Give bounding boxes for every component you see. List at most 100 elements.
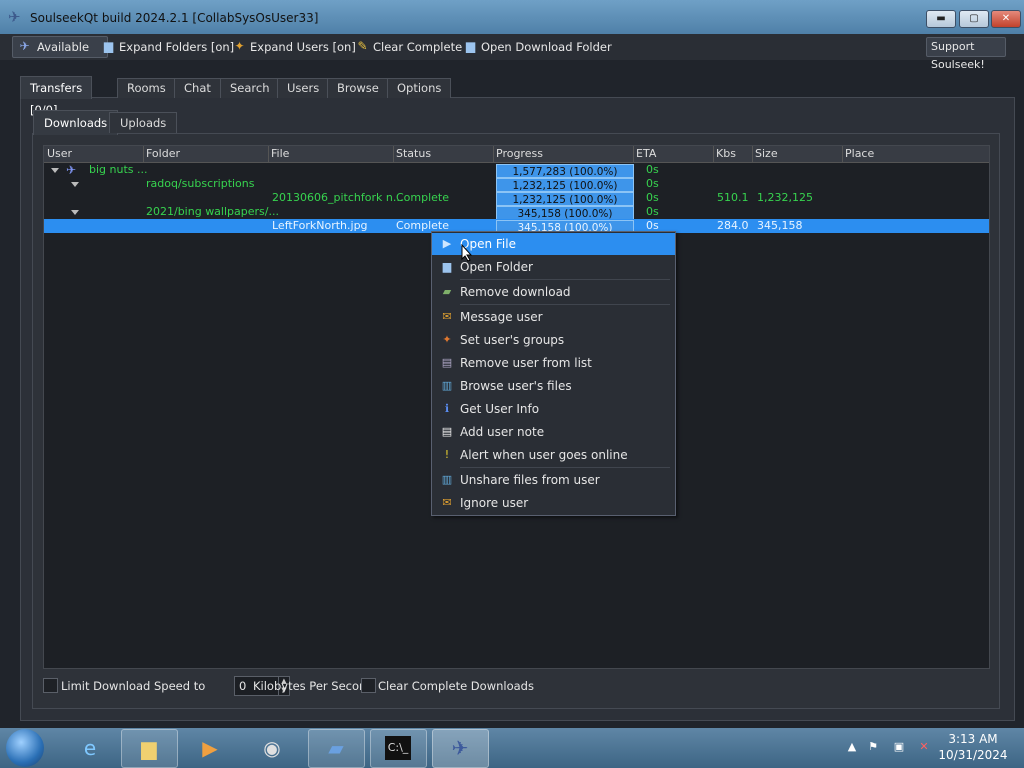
status-icon: ✈ bbox=[19, 39, 30, 53]
message-icon: ✉ bbox=[442, 310, 452, 323]
available-label: Available bbox=[37, 40, 90, 54]
menu-item-get-user-info[interactable]: ℹ Get User Info bbox=[432, 398, 675, 420]
cell-kbs: 510.1 bbox=[717, 191, 749, 204]
clear-complete-button[interactable]: ✎ Clear Complete bbox=[353, 37, 462, 57]
limit-speed-checkbox[interactable] bbox=[43, 678, 58, 693]
column-header-folder[interactable]: Folder bbox=[146, 147, 180, 160]
tab-uploads[interactable]: Uploads bbox=[109, 112, 178, 133]
available-button[interactable]: ✈ Available bbox=[12, 36, 108, 58]
soulseek-logo-icon: ✈ bbox=[8, 8, 21, 26]
menu-item-alert-online[interactable]: ! Alert when user goes online bbox=[432, 444, 675, 466]
tab-downloads[interactable]: Downloads bbox=[33, 110, 119, 135]
column-header-place[interactable]: Place bbox=[845, 147, 874, 160]
close-button[interactable]: ✕ bbox=[991, 10, 1021, 28]
menu-item-remove-download[interactable]: ▰ Remove download bbox=[432, 281, 675, 303]
title-bar[interactable]: ✈ SoulseekQt build 2024.2.1 [CollabSysOs… bbox=[0, 0, 1024, 34]
tab-options[interactable]: Options bbox=[387, 78, 452, 98]
context-menu: ▶ Open File ▆ Open Folder ▰ Remove download… bbox=[431, 231, 676, 516]
volume-muted-icon[interactable]: ✕ bbox=[917, 740, 931, 754]
folder-icon: ▆ bbox=[103, 39, 114, 53]
folder-icon: ▆ bbox=[465, 39, 476, 53]
show-hidden-icons-icon[interactable]: ▲ bbox=[845, 740, 859, 754]
cell-eta: 0s bbox=[646, 163, 659, 176]
package-icon: ▰ bbox=[328, 736, 344, 760]
column-header-size[interactable]: Size bbox=[755, 147, 778, 160]
tab-rooms[interactable]: Rooms bbox=[117, 78, 176, 98]
cell-file: 20130606_pitchfork n... bbox=[272, 191, 404, 204]
table-row[interactable]: 2021/bing wallpapers/... 345,158 (100.0%… bbox=[44, 205, 989, 220]
tab-chat[interactable]: Chat bbox=[174, 78, 221, 98]
browse-icon: ▥ bbox=[441, 379, 453, 392]
browser-icon: ◉ bbox=[263, 736, 281, 760]
tab-users[interactable]: Users bbox=[277, 78, 330, 98]
command-prompt-icon: C:\_ bbox=[385, 736, 411, 760]
open-download-folder-button[interactable]: ▆ Open Download Folder bbox=[461, 37, 612, 57]
menu-separator bbox=[460, 304, 670, 305]
play-icon: ▶ bbox=[442, 237, 452, 250]
expand-arrow-icon[interactable] bbox=[71, 182, 79, 187]
maximize-button[interactable]: ▢ bbox=[959, 10, 989, 28]
tab-transfers[interactable]: Transfers [0/0] bbox=[20, 76, 93, 117]
progress-bar: 1,577,283 (100.0%) bbox=[496, 164, 634, 178]
menu-item-ignore-user[interactable]: ✉ Ignore user bbox=[432, 492, 675, 514]
menu-item-add-note[interactable]: ▤ Add user note bbox=[432, 421, 675, 443]
table-row[interactable]: radoq/subscriptions 1,232,125 (100.0%) 0… bbox=[44, 177, 989, 192]
expand-arrow-icon[interactable] bbox=[71, 210, 79, 215]
column-header-file[interactable]: File bbox=[271, 147, 289, 160]
taskbar-cmd[interactable]: C:\_ bbox=[370, 729, 427, 768]
minimize-button[interactable]: ▬ bbox=[926, 10, 956, 28]
menu-separator bbox=[460, 467, 670, 468]
taskbar-ie[interactable]: e bbox=[62, 729, 119, 768]
column-header-eta[interactable]: ETA bbox=[636, 147, 656, 160]
expand-arrow-icon[interactable] bbox=[51, 168, 59, 173]
clear-complete-checkbox[interactable] bbox=[361, 678, 376, 693]
window-title: SoulseekQt build 2024.2.1 [CollabSysOsUs… bbox=[30, 11, 319, 25]
note-icon: ▤ bbox=[441, 425, 453, 438]
cell-size: 1,232,125 bbox=[757, 191, 813, 204]
taskbar-app[interactable]: ▰ bbox=[308, 729, 365, 768]
column-header-status[interactable]: Status bbox=[396, 147, 431, 160]
taskbar: e ▆ ▶ ◉ ▰ C:\_ ✈ ▲ ⚑ ▣ ✕ 3:13 AM 10/31/2… bbox=[0, 728, 1024, 768]
cell-eta: 0s bbox=[646, 177, 659, 190]
clock-date: 10/31/2024 bbox=[938, 748, 1008, 762]
menu-item-remove-user[interactable]: ▤ Remove user from list bbox=[432, 352, 675, 374]
cell-eta: 0s bbox=[646, 191, 659, 204]
cell-folder: radoq/subscriptions bbox=[146, 177, 255, 190]
menu-item-unshare[interactable]: ▥ Unshare files from user bbox=[432, 469, 675, 491]
media-player-icon: ▶ bbox=[202, 736, 218, 760]
taskbar-chrome[interactable]: ◉ bbox=[244, 729, 301, 768]
flag-icon[interactable]: ⚑ bbox=[866, 740, 880, 754]
table-row[interactable]: ✈ big nuts ... 1,577,283 (100.0%) 0s bbox=[44, 163, 989, 178]
column-header-kbs[interactable]: Kbs bbox=[716, 147, 736, 160]
progress-bar: 1,232,125 (100.0%) bbox=[496, 178, 634, 192]
start-button[interactable] bbox=[6, 729, 44, 767]
table-row[interactable]: 20130606_pitchfork n... Complete 1,232,1… bbox=[44, 191, 989, 206]
support-soulseek-button[interactable]: Support Soulseek! bbox=[926, 37, 1006, 71]
taskbar-media[interactable]: ▶ bbox=[182, 729, 239, 768]
broom-icon: ✎ bbox=[357, 39, 368, 53]
cell-folder: 2021/bing wallpapers/... bbox=[146, 205, 279, 218]
tab-search[interactable]: Search bbox=[220, 78, 280, 98]
limit-speed-label: Limit Download Speed to bbox=[61, 679, 206, 693]
column-header-progress[interactable]: Progress bbox=[496, 147, 543, 160]
table-header: User Folder File Status Progress ETA Kbs… bbox=[44, 146, 989, 163]
expand-users-button[interactable]: ✦ Expand Users [on] bbox=[230, 37, 355, 57]
expand-folders-button[interactable]: ▆ Expand Folders [on] bbox=[99, 37, 234, 57]
tab-browse[interactable]: Browse bbox=[327, 78, 389, 98]
cell-status: Complete bbox=[396, 191, 450, 204]
menu-item-message-user[interactable]: ✉ Message user bbox=[432, 306, 675, 328]
column-header-user[interactable]: User bbox=[47, 147, 72, 160]
groups-icon: ✦ bbox=[442, 333, 452, 346]
menu-item-browse-files[interactable]: ▥ Browse user's files bbox=[432, 375, 675, 397]
menu-item-set-groups[interactable]: ✦ Set user's groups bbox=[432, 329, 675, 351]
taskbar-soulseek[interactable]: ✈ bbox=[432, 729, 489, 768]
clock-time: 3:13 AM bbox=[948, 732, 998, 746]
taskbar-explorer[interactable]: ▆ bbox=[121, 729, 178, 768]
expand-folders-label: Expand Folders [on] bbox=[119, 40, 235, 54]
cell-user: big nuts ... bbox=[89, 163, 148, 176]
clock[interactable]: 3:13 AM 10/31/2024 bbox=[938, 731, 1008, 763]
progress-bar: 345,158 (100.0%) bbox=[496, 206, 634, 220]
progress-bar: 1,232,125 (100.0%) bbox=[496, 192, 634, 206]
unshare-icon: ▥ bbox=[441, 473, 453, 486]
network-icon[interactable]: ▣ bbox=[892, 740, 906, 754]
